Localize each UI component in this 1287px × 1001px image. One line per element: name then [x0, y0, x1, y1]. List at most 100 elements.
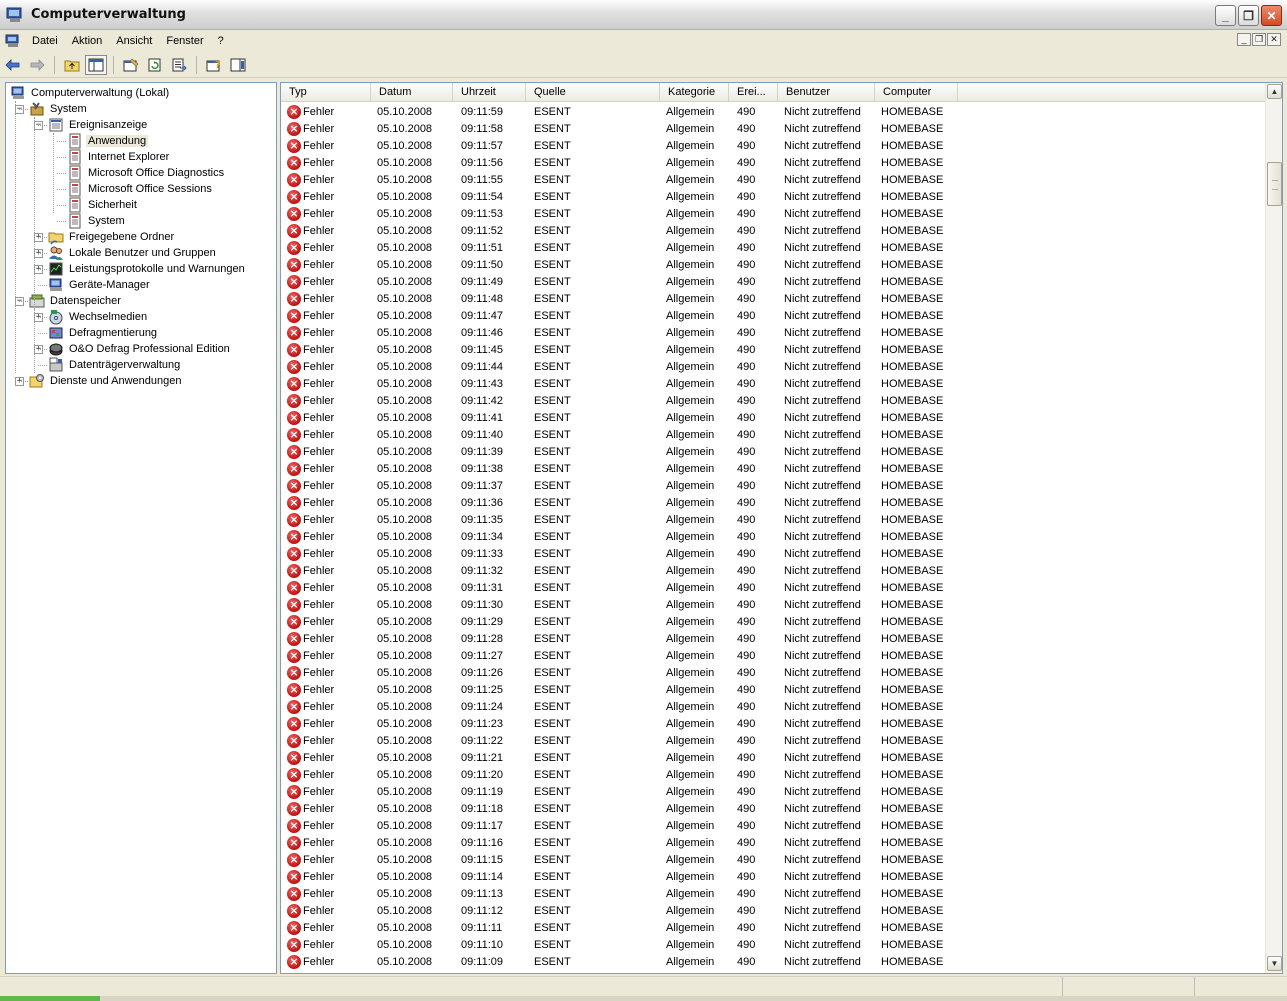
scroll-up-button[interactable]: ▲: [1267, 84, 1282, 99]
table-row[interactable]: × Fehler 05.10.2008 09:11:36 ESENT Allgemein 4…: [281, 494, 1266, 511]
table-row[interactable]: × Fehler 05.10.2008 09:11:21 ESENT Allgemein 4…: [281, 749, 1266, 766]
table-row[interactable]: × Fehler 05.10.2008 09:11:50 ESENT Allgemein 4…: [281, 256, 1266, 273]
tree-item[interactable]: Defragmentierung: [48, 325, 159, 341]
restore-button[interactable]: ❐: [1238, 5, 1259, 26]
table-row[interactable]: × Fehler 05.10.2008 09:11:49 ESENT Allgemein 4…: [281, 273, 1266, 290]
column-header[interactable]: Benutzer: [778, 83, 875, 102]
table-row[interactable]: × Fehler 05.10.2008 09:11:26 ESENT Allgemein 4…: [281, 664, 1266, 681]
tree-item[interactable]: Geräte-Manager: [48, 277, 152, 293]
tree-item[interactable]: Datenträgerverwaltung: [48, 357, 182, 373]
document-window-icon[interactable]: [5, 34, 21, 48]
table-row[interactable]: × Fehler 05.10.2008 09:11:23 ESENT Allgemein 4…: [281, 715, 1266, 732]
table-row[interactable]: × Fehler 05.10.2008 09:11:56 ESENT Allgemein 4…: [281, 154, 1266, 171]
tree-item[interactable]: Microsoft Office Sessions: [67, 181, 214, 197]
table-row[interactable]: × Fehler 05.10.2008 09:11:39 ESENT Allgemein 4…: [281, 443, 1266, 460]
scroll-down-button[interactable]: ▼: [1267, 956, 1282, 971]
console-tree[interactable]: Computerverwaltung (Lokal) System − Ereigni…: [5, 82, 277, 974]
tree-item[interactable]: O&O Defrag Professional Edition: [48, 341, 232, 357]
table-row[interactable]: × Fehler 05.10.2008 09:11:10 ESENT Allgemein 4…: [281, 936, 1266, 953]
menu-help[interactable]: ?: [215, 35, 227, 47]
tree-item[interactable]: Leistungsprotokolle und Warnungen: [48, 261, 247, 277]
tree-item[interactable]: Internet Explorer: [67, 149, 171, 165]
table-row[interactable]: × Fehler 05.10.2008 09:11:12 ESENT Allgemein 4…: [281, 902, 1266, 919]
title-bar[interactable]: Computerverwaltung _ ❐ ✕: [0, 0, 1287, 30]
column-header[interactable]: Datum: [371, 83, 453, 102]
table-row[interactable]: × Fehler 05.10.2008 09:11:25 ESENT Allgemein 4…: [281, 681, 1266, 698]
column-header[interactable]: Kategorie: [660, 83, 729, 102]
table-row[interactable]: × Fehler 05.10.2008 09:11:43 ESENT Allgemein 4…: [281, 375, 1266, 392]
table-row[interactable]: × Fehler 05.10.2008 09:11:37 ESENT Allgemein 4…: [281, 477, 1266, 494]
table-row[interactable]: × Fehler 05.10.2008 09:11:30 ESENT Allgemein 4…: [281, 596, 1266, 613]
table-row[interactable]: × Fehler 05.10.2008 09:11:17 ESENT Allgemein 4…: [281, 817, 1266, 834]
mdi-restore-button[interactable]: ❐: [1252, 33, 1266, 46]
minimize-button[interactable]: _: [1215, 5, 1236, 26]
table-row[interactable]: × Fehler 05.10.2008 09:11:38 ESENT Allgemein 4…: [281, 460, 1266, 477]
forward-button[interactable]: [26, 55, 48, 75]
action-pane-button[interactable]: [227, 55, 249, 75]
table-row[interactable]: × Fehler 05.10.2008 09:11:44 ESENT Allgemein 4…: [281, 358, 1266, 375]
table-row[interactable]: × Fehler 05.10.2008 09:11:47 ESENT Allgemein 4…: [281, 307, 1266, 324]
table-row[interactable]: × Fehler 05.10.2008 09:11:29 ESENT Allgemein 4…: [281, 613, 1266, 630]
table-row[interactable]: × Fehler 05.10.2008 09:11:45 ESENT Allgemein 4…: [281, 341, 1266, 358]
tree-item[interactable]: Microsoft Office Diagnostics: [67, 165, 226, 181]
menu-aktion[interactable]: Aktion: [69, 35, 106, 47]
show-hide-tree-button[interactable]: [85, 54, 107, 75]
vertical-scrollbar[interactable]: ▲ ▼: [1265, 83, 1282, 973]
tree-item[interactable]: System: [67, 213, 127, 229]
mdi-close-button[interactable]: ✕: [1267, 33, 1281, 46]
table-row[interactable]: × Fehler 05.10.2008 09:11:31 ESENT Allgemein 4…: [281, 579, 1266, 596]
refresh-button[interactable]: [144, 55, 166, 75]
table-row[interactable]: × Fehler 05.10.2008 09:11:22 ESENT Allgemein 4…: [281, 732, 1266, 749]
tree-item[interactable]: Lokale Benutzer und Gruppen: [48, 245, 218, 261]
table-row[interactable]: × Fehler 05.10.2008 09:11:24 ESENT Allgemein 4…: [281, 698, 1266, 715]
table-row[interactable]: × Fehler 05.10.2008 09:11:53 ESENT Allgemein 4…: [281, 205, 1266, 222]
table-row[interactable]: × Fehler 05.10.2008 09:11:20 ESENT Allgemein 4…: [281, 766, 1266, 783]
close-button[interactable]: ✕: [1261, 5, 1282, 26]
table-row[interactable]: × Fehler 05.10.2008 09:11:27 ESENT Allgemein 4…: [281, 647, 1266, 664]
table-row[interactable]: × Fehler 05.10.2008 09:11:59 ESENT Allgemein 4…: [281, 103, 1266, 120]
table-row[interactable]: × Fehler 05.10.2008 09:11:18 ESENT Allgemein 4…: [281, 800, 1266, 817]
table-row[interactable]: × Fehler 05.10.2008 09:11:46 ESENT Allgemein 4…: [281, 324, 1266, 341]
tree-item[interactable]: Sicherheit: [67, 197, 139, 213]
table-row[interactable]: × Fehler 05.10.2008 09:11:11 ESENT Allgemein 4…: [281, 919, 1266, 936]
table-row[interactable]: × Fehler 05.10.2008 09:11:51 ESENT Allgemein 4…: [281, 239, 1266, 256]
table-row[interactable]: × Fehler 05.10.2008 09:11:15 ESENT Allgemein 4…: [281, 851, 1266, 868]
table-row[interactable]: × Fehler 05.10.2008 09:11:34 ESENT Allgemein 4…: [281, 528, 1266, 545]
table-row[interactable]: × Fehler 05.10.2008 09:11:33 ESENT Allgemein 4…: [281, 545, 1266, 562]
back-button[interactable]: [2, 55, 24, 75]
menu-ansicht[interactable]: Ansicht: [113, 35, 155, 47]
table-row[interactable]: × Fehler 05.10.2008 09:11:41 ESENT Allgemein 4…: [281, 409, 1266, 426]
scroll-thumb[interactable]: [1267, 162, 1282, 206]
tree-item[interactable]: Freigegebene Ordner: [48, 229, 176, 245]
tree-item[interactable]: Dienste und Anwendungen: [29, 373, 184, 389]
column-header[interactable]: Computer: [875, 83, 958, 102]
table-row[interactable]: × Fehler 05.10.2008 09:11:35 ESENT Allgemein 4…: [281, 511, 1266, 528]
mdi-minimize-button[interactable]: _: [1237, 33, 1251, 46]
table-row[interactable]: × Fehler 05.10.2008 09:11:54 ESENT Allgemein 4…: [281, 188, 1266, 205]
menu-fenster[interactable]: Fenster: [163, 35, 206, 47]
tree-item[interactable]: Wechselmedien: [48, 309, 149, 325]
tree-item[interactable]: Computerverwaltung (Lokal): [10, 85, 171, 101]
properties-button[interactable]: [120, 55, 142, 75]
table-row[interactable]: × Fehler 05.10.2008 09:11:19 ESENT Allgemein 4…: [281, 783, 1266, 800]
table-row[interactable]: × Fehler 05.10.2008 09:11:16 ESENT Allgemein 4…: [281, 834, 1266, 851]
table-row[interactable]: × Fehler 05.10.2008 09:11:55 ESENT Allgemein 4…: [281, 171, 1266, 188]
help-button[interactable]: ?: [203, 55, 225, 75]
column-header[interactable]: Uhrzeit: [453, 83, 526, 102]
event-list-view[interactable]: Typ Datum Uhrzeit Quelle Kategorie Erei... Ben…: [280, 82, 1283, 974]
table-row[interactable]: × Fehler 05.10.2008 09:11:32 ESENT Allgemein 4…: [281, 562, 1266, 579]
table-row[interactable]: × Fehler 05.10.2008 09:11:58 ESENT Allgemein 4…: [281, 120, 1266, 137]
tree-item[interactable]: System: [29, 101, 89, 117]
table-row[interactable]: × Fehler 05.10.2008 09:11:57 ESENT Allgemein 4…: [281, 137, 1266, 154]
table-row[interactable]: × Fehler 05.10.2008 09:11:09 ESENT Allgemein 4…: [281, 953, 1266, 970]
table-row[interactable]: × Fehler 05.10.2008 09:11:48 ESENT Allgemein 4…: [281, 290, 1266, 307]
tree-item[interactable]: Datenspeicher: [29, 293, 123, 309]
table-row[interactable]: × Fehler 05.10.2008 09:11:28 ESENT Allgemein 4…: [281, 630, 1266, 647]
table-row[interactable]: × Fehler 05.10.2008 09:11:13 ESENT Allgemein 4…: [281, 885, 1266, 902]
table-row[interactable]: × Fehler 05.10.2008 09:11:40 ESENT Allgemein 4…: [281, 426, 1266, 443]
column-header[interactable]: Typ: [281, 83, 371, 102]
column-header[interactable]: Quelle: [526, 83, 660, 102]
tree-item[interactable]: Ereignisanzeige: [48, 117, 149, 133]
tree-item[interactable]: Anwendung: [67, 133, 149, 149]
table-row[interactable]: × Fehler 05.10.2008 09:11:52 ESENT Allgemein 4…: [281, 222, 1266, 239]
